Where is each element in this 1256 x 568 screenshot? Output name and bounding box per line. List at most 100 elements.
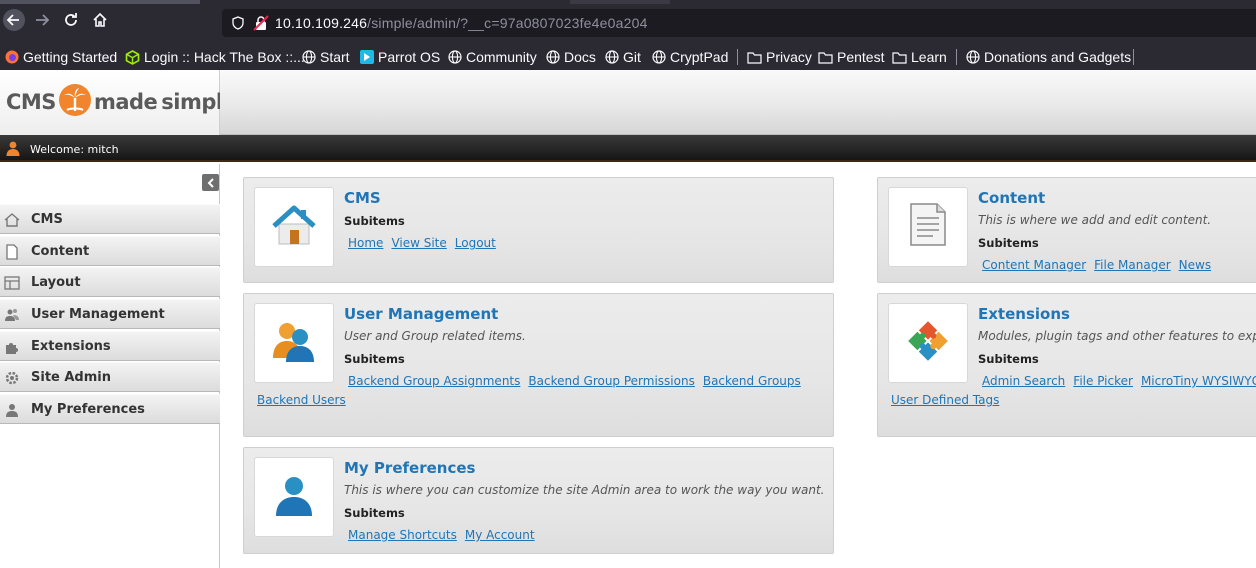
sidebar-item-user-management[interactable]: User Management [0,299,220,329]
welcome-bar: Welcome: mitch [0,135,1256,162]
bookmark-git[interactable]: Git [605,48,641,66]
header-fill [220,70,1256,135]
home-button[interactable] [86,8,114,36]
section-title[interactable]: User Management [344,305,498,323]
bookmark-start[interactable]: Start [302,48,350,66]
forward-button[interactable] [28,8,56,36]
cms-header: CMS made simple TM [0,70,1256,135]
insecure-lock-icon [253,15,269,36]
sidebar-item-label: My Preferences [31,402,145,417]
sidebar-collapse-button[interactable] [202,174,219,191]
section-extensions: Extensions Modules, plugin tags and othe… [877,293,1256,437]
home-icon [91,11,109,34]
back-button[interactable] [0,8,28,36]
bookmark-label: Pentest [837,49,885,65]
link-admin-search[interactable]: Admin Search [982,374,1065,388]
subitems-links-wrap: User Defined Tags [891,393,999,407]
section-title[interactable]: CMS [344,189,381,207]
section-icon-frame [254,187,334,267]
user-icon [6,141,20,161]
bookmark-label: Privacy [766,49,812,65]
gear-icon [4,370,20,386]
sidebar-item-label: CMS [31,212,63,227]
bookmark-cryptpad[interactable]: CryptPad [652,48,728,66]
bookmark-label: Learn [911,49,947,65]
bookmark-label: Community [466,49,537,65]
welcome-text: Welcome: mitch [30,143,119,156]
bookmark-label: CryptPad [670,49,729,65]
document-icon [908,202,948,253]
section-icon-frame [254,457,334,537]
bookmark-getting-started[interactable]: Getting Started [5,48,117,66]
section-description: This is where we add and edit content. [978,213,1212,227]
section-icon-frame [888,303,968,383]
document-icon [4,244,20,260]
link-file-manager[interactable]: File Manager [1094,258,1171,272]
section-cms: CMS Subitems Home View Site Logout [243,177,834,283]
subitems-links-wrap: Backend Users [257,393,346,407]
link-backend-group-permissions[interactable]: Backend Group Permissions [528,374,694,388]
bookmark-hack-the-box[interactable]: Login :: Hack The Box ::... [125,48,305,66]
bookmark-folder-learn[interactable]: Learn [892,48,947,66]
bookmark-folder-privacy[interactable]: Privacy [747,48,812,66]
folder-icon [818,51,833,64]
bookmark-donations[interactable]: Donations and Gadgets [966,48,1131,66]
link-backend-users[interactable]: Backend Users [257,393,346,407]
section-title[interactable]: Extensions [978,305,1070,323]
section-title[interactable]: Content [978,189,1045,207]
url-bar[interactable]: 10.10.109.246/simple/admin/?__c=97a08070… [222,9,1256,37]
palm-sun-icon [58,83,92,122]
tab-strip-edge [0,0,200,4]
sidebar-item-label: Site Admin [31,370,111,385]
section-title[interactable]: My Preferences [344,459,475,477]
sidebar-item-cms[interactable]: CMS [0,204,220,234]
sidebar-item-extensions[interactable]: Extensions [0,331,220,361]
url-path: /simple/admin/?__c=97a0807023fe4e0a204 [367,15,648,31]
tab-strip-edge [570,0,670,4]
sidebar-item-label: Content [31,244,90,259]
user-icon [271,472,317,523]
link-backend-group-assignments[interactable]: Backend Group Assignments [348,374,520,388]
sidebar-item-my-preferences[interactable]: My Preferences [0,394,220,424]
url-text[interactable]: 10.10.109.246/simple/admin/?__c=97a08070… [275,15,648,31]
link-file-picker[interactable]: File Picker [1073,374,1133,388]
bookmarks-toolbar: Getting Started Login :: Hack The Box ::… [0,44,1256,70]
layout-icon [4,275,20,291]
link-microtiny[interactable]: MicroTiny WYSIWYG edi [1141,374,1256,388]
reload-icon [62,11,80,34]
bookmark-label: Git [623,49,641,65]
puzzle-icon [4,339,20,355]
sidebar-item-layout[interactable]: Layout [0,267,220,297]
reload-button[interactable] [57,8,85,36]
link-content-manager[interactable]: Content Manager [982,258,1086,272]
link-logout[interactable]: Logout [455,236,496,250]
bookmark-label: Getting Started [23,49,118,65]
link-home[interactable]: Home [348,236,383,250]
sidebar-item-content[interactable]: Content [0,236,220,266]
bookmark-parrot-os[interactable]: Parrot OS [360,48,440,66]
link-user-defined-tags[interactable]: User Defined Tags [891,393,999,407]
sidebar-item-label: Extensions [31,339,111,354]
link-my-account[interactable]: My Account [465,528,535,542]
section-content: Content This is where we add and edit co… [877,177,1256,283]
sidebar-item-label: User Management [31,307,165,322]
bookmark-folder-pentest[interactable]: Pentest [818,48,884,66]
link-news[interactable]: News [1179,258,1211,272]
bookmark-label: Login :: Hack The Box ::... [144,49,305,65]
url-host: 10.10.109.246 [275,15,368,31]
sidebar-item-site-admin[interactable]: Site Admin [0,362,220,392]
link-manage-shortcuts[interactable]: Manage Shortcuts [348,528,457,542]
logo-area: CMS made simple TM [0,70,248,135]
logo-made-text: made [93,90,158,114]
link-backend-groups[interactable]: Backend Groups [703,374,801,388]
section-user-management: User Management User and Group related i… [243,293,834,437]
bookmark-community[interactable]: Community [448,48,537,66]
bookmark-docs[interactable]: Docs [546,48,596,66]
subitems-links: Admin Search File Picker MicroTiny WYSIWYG… [978,374,1256,388]
link-view-site[interactable]: View Site [391,236,446,250]
house-icon [271,202,317,253]
puzzle-icon [905,318,951,369]
sidebar-item-label: Layout [31,275,81,290]
cms-made-simple-logo[interactable]: CMS made simple TM [6,83,248,122]
forward-arrow-icon [33,11,51,34]
